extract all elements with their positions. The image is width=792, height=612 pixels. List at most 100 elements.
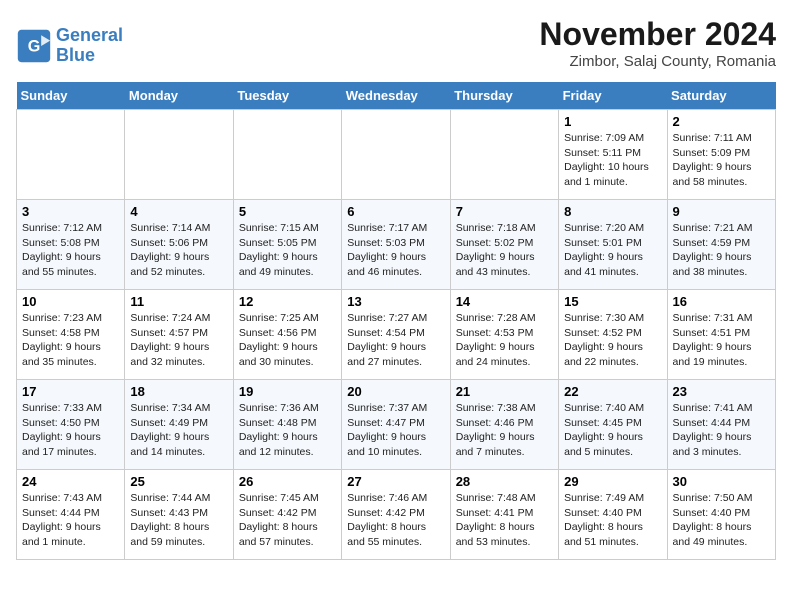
- weekday-header-monday: Monday: [125, 82, 233, 110]
- calendar-cell: 7 Sunrise: 7:18 AM Sunset: 5:02 PM Daylig…: [450, 200, 558, 290]
- day-number: 1: [564, 114, 661, 129]
- day-info: Sunrise: 7:49 AM Sunset: 4:40 PM Dayligh…: [564, 491, 661, 550]
- calendar-cell: [17, 110, 125, 200]
- day-info: Sunrise: 7:31 AM Sunset: 4:51 PM Dayligh…: [673, 311, 770, 370]
- calendar-cell: 13Sunrise: 7:27 AM Sunset: 4:54 PM Dayli…: [342, 290, 450, 380]
- logo-icon: G: [16, 28, 52, 64]
- calendar-cell: [342, 110, 450, 200]
- day-info: Sunrise: 7:15 AM Sunset: 5:05 PM Dayligh…: [239, 221, 336, 280]
- calendar-cell: 24Sunrise: 7:43 AM Sunset: 4:44 PM Dayli…: [17, 470, 125, 560]
- day-info: Sunrise: 7:33 AM Sunset: 4:50 PM Dayligh…: [22, 401, 119, 460]
- day-number: 19: [239, 384, 336, 399]
- day-number: 12: [239, 294, 336, 309]
- calendar-cell: 26 Sunrise: 7:45 AM Sunset: 4:42 PM Dayli…: [233, 470, 341, 560]
- day-info: Sunrise: 7:46 AM Sunset: 4:42 PM Dayligh…: [347, 491, 444, 550]
- calendar-cell: 25 Sunrise: 7:44 AM Sunset: 4:43 PM Dayli…: [125, 470, 233, 560]
- day-info: Sunrise: 7:17 AM Sunset: 5:03 PM Dayligh…: [347, 221, 444, 280]
- calendar-cell: 4Sunrise: 7:14 AM Sunset: 5:06 PM Daylig…: [125, 200, 233, 290]
- weekday-header-thursday: Thursday: [450, 82, 558, 110]
- calendar-cell: 28 Sunrise: 7:48 AM Sunset: 4:41 PM Dayli…: [450, 470, 558, 560]
- calendar-cell: 12 Sunrise: 7:25 AM Sunset: 4:56 PM Dayli…: [233, 290, 341, 380]
- calendar-cell: 29 Sunrise: 7:49 AM Sunset: 4:40 PM Dayli…: [559, 470, 667, 560]
- calendar-cell: 16Sunrise: 7:31 AM Sunset: 4:51 PM Dayli…: [667, 290, 775, 380]
- calendar-cell: 8 Sunrise: 7:20 AM Sunset: 5:01 PM Daylig…: [559, 200, 667, 290]
- calendar-week-0: 1 Sunrise: 7:09 AM Sunset: 5:11 PM Daylig…: [17, 110, 776, 200]
- day-number: 20: [347, 384, 444, 399]
- day-info: Sunrise: 7:48 AM Sunset: 4:41 PM Dayligh…: [456, 491, 553, 550]
- day-number: 30: [673, 474, 770, 489]
- calendar-cell: 9Sunrise: 7:21 AM Sunset: 4:59 PM Daylig…: [667, 200, 775, 290]
- calendar-table: SundayMondayTuesdayWednesdayThursdayFrid…: [16, 82, 776, 560]
- calendar-header: SundayMondayTuesdayWednesdayThursdayFrid…: [17, 82, 776, 110]
- day-info: Sunrise: 7:24 AM Sunset: 4:57 PM Dayligh…: [130, 311, 227, 370]
- calendar-cell: 18 Sunrise: 7:34 AM Sunset: 4:49 PM Dayli…: [125, 380, 233, 470]
- calendar-cell: 20 Sunrise: 7:37 AM Sunset: 4:47 PM Dayli…: [342, 380, 450, 470]
- day-info: Sunrise: 7:41 AM Sunset: 4:44 PM Dayligh…: [673, 401, 770, 460]
- day-info: Sunrise: 7:34 AM Sunset: 4:49 PM Dayligh…: [130, 401, 227, 460]
- day-info: Sunrise: 7:20 AM Sunset: 5:01 PM Dayligh…: [564, 221, 661, 280]
- day-number: 2: [673, 114, 770, 129]
- title-block: November 2024 Zimbor, Salaj County, Roma…: [539, 16, 776, 70]
- day-number: 18: [130, 384, 227, 399]
- day-number: 28: [456, 474, 553, 489]
- day-number: 17: [22, 384, 119, 399]
- calendar-cell: [233, 110, 341, 200]
- day-number: 13: [347, 294, 444, 309]
- calendar-week-4: 24Sunrise: 7:43 AM Sunset: 4:44 PM Dayli…: [17, 470, 776, 560]
- day-number: 10: [22, 294, 119, 309]
- day-info: Sunrise: 7:44 AM Sunset: 4:43 PM Dayligh…: [130, 491, 227, 550]
- day-number: 15: [564, 294, 661, 309]
- logo: G General Blue: [16, 26, 123, 66]
- calendar-cell: 27Sunrise: 7:46 AM Sunset: 4:42 PM Dayli…: [342, 470, 450, 560]
- day-number: 25: [130, 474, 227, 489]
- location-subtitle: Zimbor, Salaj County, Romania: [539, 53, 776, 70]
- day-number: 8: [564, 204, 661, 219]
- day-number: 6: [347, 204, 444, 219]
- day-number: 24: [22, 474, 119, 489]
- day-number: 14: [456, 294, 553, 309]
- day-info: Sunrise: 7:21 AM Sunset: 4:59 PM Dayligh…: [673, 221, 770, 280]
- day-number: 5: [239, 204, 336, 219]
- logo-text: General Blue: [56, 26, 123, 66]
- day-info: Sunrise: 7:37 AM Sunset: 4:47 PM Dayligh…: [347, 401, 444, 460]
- calendar-cell: 15 Sunrise: 7:30 AM Sunset: 4:52 PM Dayli…: [559, 290, 667, 380]
- day-number: 26: [239, 474, 336, 489]
- weekday-header-tuesday: Tuesday: [233, 82, 341, 110]
- day-info: Sunrise: 7:11 AM Sunset: 5:09 PM Dayligh…: [673, 131, 770, 190]
- day-info: Sunrise: 7:38 AM Sunset: 4:46 PM Dayligh…: [456, 401, 553, 460]
- calendar-cell: [125, 110, 233, 200]
- calendar-cell: 17 Sunrise: 7:33 AM Sunset: 4:50 PM Dayli…: [17, 380, 125, 470]
- weekday-header-wednesday: Wednesday: [342, 82, 450, 110]
- calendar-cell: [450, 110, 558, 200]
- day-info: Sunrise: 7:40 AM Sunset: 4:45 PM Dayligh…: [564, 401, 661, 460]
- month-title: November 2024: [539, 16, 776, 53]
- calendar-cell: 14Sunrise: 7:28 AM Sunset: 4:53 PM Dayli…: [450, 290, 558, 380]
- svg-text:G: G: [28, 38, 41, 56]
- day-number: 21: [456, 384, 553, 399]
- day-info: Sunrise: 7:18 AM Sunset: 5:02 PM Dayligh…: [456, 221, 553, 280]
- day-info: Sunrise: 7:45 AM Sunset: 4:42 PM Dayligh…: [239, 491, 336, 550]
- day-number: 29: [564, 474, 661, 489]
- calendar-week-3: 17 Sunrise: 7:33 AM Sunset: 4:50 PM Dayli…: [17, 380, 776, 470]
- day-info: Sunrise: 7:36 AM Sunset: 4:48 PM Dayligh…: [239, 401, 336, 460]
- day-info: Sunrise: 7:09 AM Sunset: 5:11 PM Dayligh…: [564, 131, 661, 190]
- calendar-cell: 22 Sunrise: 7:40 AM Sunset: 4:45 PM Dayli…: [559, 380, 667, 470]
- day-number: 22: [564, 384, 661, 399]
- calendar-week-1: 3Sunrise: 7:12 AM Sunset: 5:08 PM Daylig…: [17, 200, 776, 290]
- day-number: 7: [456, 204, 553, 219]
- day-info: Sunrise: 7:25 AM Sunset: 4:56 PM Dayligh…: [239, 311, 336, 370]
- weekday-header-saturday: Saturday: [667, 82, 775, 110]
- page-header: G General Blue November 2024 Zimbor, Sal…: [16, 16, 776, 74]
- calendar-cell: 2 Sunrise: 7:11 AM Sunset: 5:09 PM Daylig…: [667, 110, 775, 200]
- day-info: Sunrise: 7:30 AM Sunset: 4:52 PM Dayligh…: [564, 311, 661, 370]
- day-info: Sunrise: 7:50 AM Sunset: 4:40 PM Dayligh…: [673, 491, 770, 550]
- weekday-header-friday: Friday: [559, 82, 667, 110]
- calendar-cell: 30 Sunrise: 7:50 AM Sunset: 4:40 PM Dayli…: [667, 470, 775, 560]
- calendar-cell: 23 Sunrise: 7:41 AM Sunset: 4:44 PM Dayli…: [667, 380, 775, 470]
- day-number: 4: [130, 204, 227, 219]
- calendar-cell: 10Sunrise: 7:23 AM Sunset: 4:58 PM Dayli…: [17, 290, 125, 380]
- calendar-cell: 1 Sunrise: 7:09 AM Sunset: 5:11 PM Daylig…: [559, 110, 667, 200]
- day-number: 3: [22, 204, 119, 219]
- day-number: 23: [673, 384, 770, 399]
- calendar-cell: 6 Sunrise: 7:17 AM Sunset: 5:03 PM Daylig…: [342, 200, 450, 290]
